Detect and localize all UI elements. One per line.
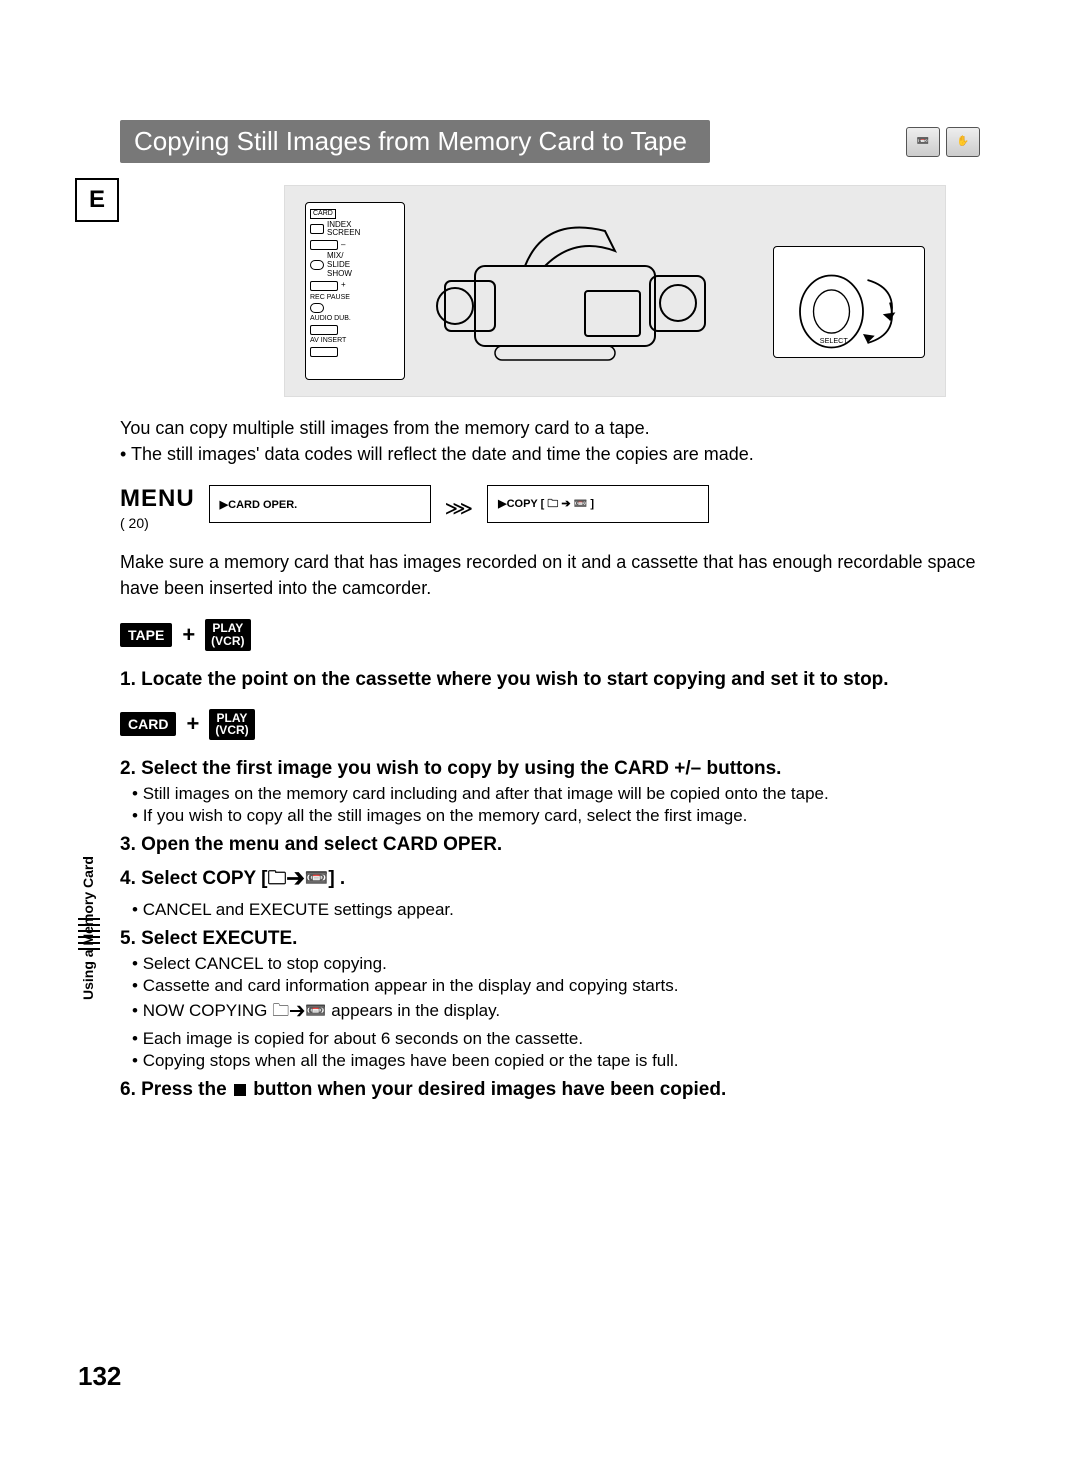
step-2-bullet-1: Still images on the memory card includin…	[146, 784, 980, 804]
menu-label-block: MENU ( 20)	[120, 485, 195, 531]
menu-row: MENU ( 20) ▶CARD OPER. ⋙ ▶COPY [ 🗀 ➔ 📼 ]	[120, 485, 980, 531]
page-number: 132	[78, 1361, 121, 1392]
play-vcr-tag: PLAY(VCR)	[205, 619, 250, 650]
page-title: Copying Still Images from Memory Card to…	[120, 120, 710, 163]
plus-icon: +	[182, 622, 195, 648]
remote-diagram: CARD INDEX SCREEN – MIX/ SLIDE SHOW + RE…	[305, 202, 405, 380]
rec-button-icon	[310, 303, 324, 313]
step-2: 2. Select the first image you wish to co…	[120, 758, 980, 780]
camcorder-svg	[435, 206, 735, 376]
tape-tag: TAPE	[120, 623, 172, 647]
stop-button-icon	[310, 224, 324, 234]
step-6-pre: 6. Press the	[120, 1079, 232, 1100]
language-badge: E	[75, 178, 119, 222]
menu-arrow-icon: ⋙	[445, 496, 473, 521]
step-5-bullet-4: Each image is copied for about 6 seconds…	[146, 1029, 980, 1049]
manual-page: E Copying Still Images from Memory Card …	[0, 0, 1080, 1472]
remote-avinsert-label: AV INSERT	[310, 337, 400, 345]
dial-select-label: SELECT	[819, 336, 848, 345]
menu-page-ref: ( 20)	[120, 515, 195, 531]
step-4-bullet-1: CANCEL and EXECUTE settings appear.	[146, 900, 980, 920]
section-side-label: Using a Memory Card	[80, 856, 96, 1000]
hand-icon: ✋	[946, 127, 980, 157]
remote-card-label: CARD	[310, 209, 336, 219]
step-6-post: button when your desired images have bee…	[248, 1079, 726, 1100]
illustration-panel: CARD INDEX SCREEN – MIX/ SLIDE SHOW + RE…	[284, 185, 946, 397]
stop-icon	[234, 1084, 246, 1096]
play-pause-button-icon	[310, 260, 324, 270]
step-5: 5. Select EXECUTE.	[120, 928, 980, 950]
audiodub-button-icon	[310, 325, 338, 335]
rew-button-icon	[310, 240, 338, 250]
step-4: 4. Select COPY [🗀➔📼] .	[120, 864, 980, 896]
card-tag: CARD	[120, 712, 176, 736]
remote-index-label: INDEX SCREEN	[327, 221, 360, 239]
remote-mix-label: MIX/ SLIDE SHOW	[327, 252, 352, 278]
intro-line: You can copy multiple still images from …	[120, 418, 650, 438]
remote-audiodub-label: AUDIO DUB.	[310, 315, 400, 323]
avinsert-button-icon	[310, 347, 338, 357]
step-1: 1. Locate the point on the cassette wher…	[120, 669, 980, 691]
intro-text: You can copy multiple still images from …	[120, 415, 980, 467]
header-row: Copying Still Images from Memory Card to…	[120, 120, 980, 163]
camcorder-diagram	[435, 206, 735, 376]
tape-mode-row: TAPE + PLAY(VCR)	[120, 619, 980, 650]
menu-box-copy: ▶COPY [ 🗀 ➔ 📼 ]	[487, 485, 709, 523]
menu-label: MENU	[120, 485, 195, 513]
remote-recpause-label: REC PAUSE	[310, 294, 400, 302]
card-mode-row: CARD + PLAY(VCR)	[120, 709, 980, 740]
menu-box-cardoper: ▶CARD OPER.	[209, 485, 431, 523]
step-3: 3. Open the menu and select CARD OPER.	[120, 834, 980, 856]
step-5-bullet-5: Copying stops when all the images have b…	[146, 1051, 980, 1071]
step-5-bullet-1: Select CANCEL to stop copying.	[146, 954, 980, 974]
select-dial-diagram: SELECT	[773, 246, 925, 358]
mode-icons: 📼 ✋	[906, 127, 980, 157]
cassette-icon: 📼	[906, 127, 940, 157]
dial-svg: SELECT	[782, 253, 917, 352]
intro-bullet: The still images' data codes will reflec…	[131, 444, 754, 464]
step-5-bullet-2: Cassette and card information appear in …	[146, 976, 980, 996]
step-2-bullet-2: If you wish to copy all the still images…	[146, 806, 980, 826]
step-6: 6. Press the button when your desired im…	[120, 1079, 980, 1101]
ff-button-icon	[310, 281, 338, 291]
precondition-text: Make sure a memory card that has images …	[120, 549, 980, 601]
plus-icon: +	[186, 711, 199, 737]
step-5-bullet-3: NOW COPYING 🗀➔📼 appears in the display.	[146, 998, 980, 1027]
play-vcr-tag: PLAY(VCR)	[209, 709, 254, 740]
